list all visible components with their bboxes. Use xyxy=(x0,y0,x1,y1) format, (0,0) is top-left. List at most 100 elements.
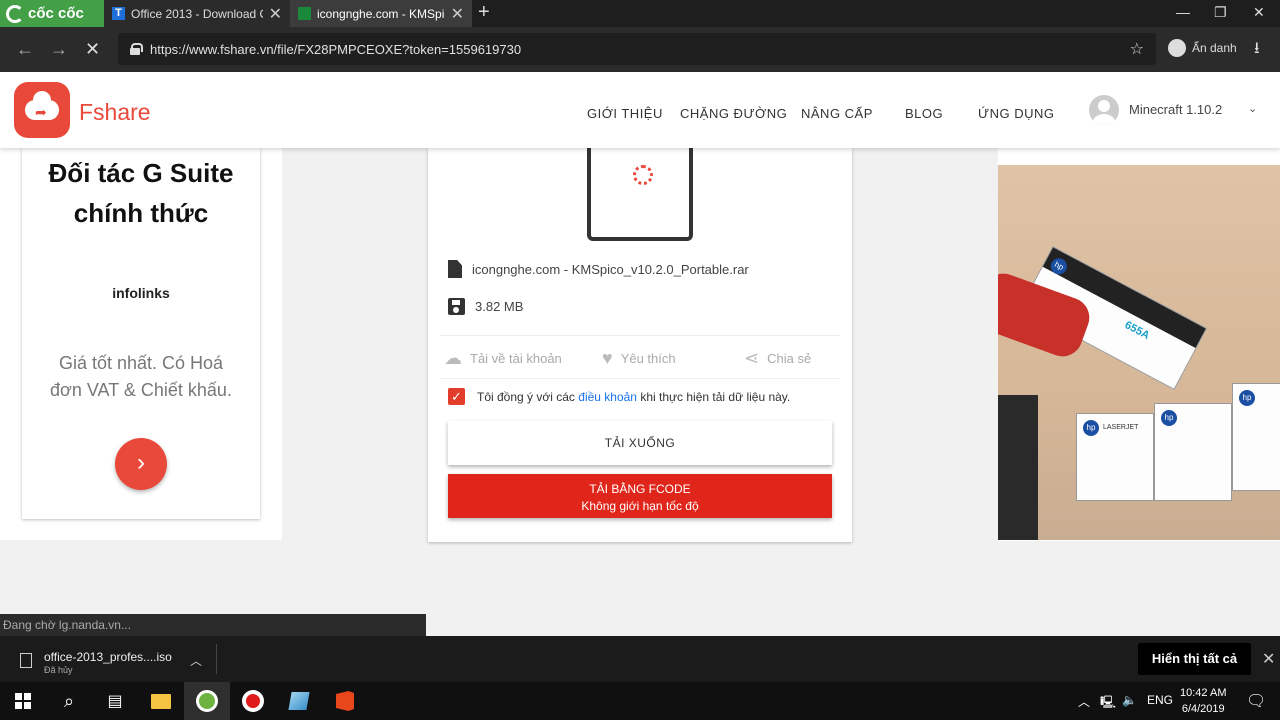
back-icon[interactable]: ← xyxy=(16,39,34,60)
download-filename: office-2013_profes....iso xyxy=(44,650,172,664)
file-name: icongnghe.com - KMSpico_v10.2.0_Portable… xyxy=(472,261,749,277)
left-ad-panel: Đối tác G Suite chính thức infolinks Giá… xyxy=(0,148,282,540)
fcode-sublabel: Không giới hạn tốc độ xyxy=(581,499,699,513)
recorder-icon[interactable] xyxy=(230,682,276,720)
window-close-icon[interactable]: ✕ xyxy=(1253,4,1265,21)
network-icon[interactable]: 🖳 xyxy=(1100,693,1116,714)
menu-blog[interactable]: BLOG xyxy=(905,106,943,121)
tab-label: Office 2013 - Download O xyxy=(131,6,263,21)
windows-taskbar: ⌕ ▤ ︿ 🖳 🔈 ENG 10:42 AM 6/4/2019 🗨 xyxy=(0,682,1280,720)
browser-tab-strip: cốc cốc T Office 2013 - Download O ✕ ico… xyxy=(0,0,1280,27)
notifications-icon[interactable]: 🗨 xyxy=(1246,691,1266,711)
ad-text-line2: đơn VAT & Chiết khấu. xyxy=(50,380,232,400)
chevron-up-icon[interactable]: ︿ xyxy=(190,652,202,669)
toner-box-image: hp xyxy=(1232,383,1280,491)
windows-logo-icon xyxy=(15,693,31,709)
file-name-row: icongnghe.com - KMSpico_v10.2.0_Portable… xyxy=(448,260,749,278)
site-logo-text[interactable]: Fshare xyxy=(79,99,151,126)
toner-box-image: hp LASERJET xyxy=(1076,413,1154,501)
action-label: Yêu thích xyxy=(620,351,676,366)
app-icon[interactable] xyxy=(276,682,322,720)
share-button[interactable]: ⋖ Chia sẻ xyxy=(744,348,811,369)
download-item[interactable]: office-2013_profes....iso Đã hủy xyxy=(20,650,172,675)
incognito-indicator[interactable]: Ẩn danh xyxy=(1168,39,1237,57)
url-text[interactable]: https://www.fshare.vn/file/FX28PMPCEOXE?… xyxy=(150,42,521,57)
taskbar-clock[interactable]: 10:42 AM 6/4/2019 xyxy=(1180,685,1226,717)
terms-agreement: ✓ Tôi đồng ý với các điều khoản khi thực… xyxy=(448,388,790,405)
maximize-icon[interactable]: ❐ xyxy=(1214,4,1227,21)
coccoc-brand[interactable]: cốc cốc xyxy=(0,0,104,27)
download-button[interactable]: TẢI XUỐNG xyxy=(448,421,832,465)
task-view-icon[interactable]: ▤ xyxy=(92,682,138,720)
account-username[interactable]: Minecraft 1.10.2 xyxy=(1129,102,1222,117)
tab-label: icongnghe.com - KMSpic xyxy=(317,6,445,21)
tab-kmspico[interactable]: icongnghe.com - KMSpic ✕ xyxy=(290,0,472,27)
menu-chang-duong[interactable]: CHẶNG ĐƯỜNG xyxy=(680,106,787,121)
file-size: 3.82 MB xyxy=(475,299,524,314)
volume-icon[interactable]: 🔈 xyxy=(1122,693,1137,707)
clock-date: 6/4/2019 xyxy=(1181,703,1225,715)
lock-icon xyxy=(130,43,143,55)
new-tab-icon[interactable]: + xyxy=(478,1,490,24)
start-button[interactable] xyxy=(0,682,46,720)
menu-nang-cap[interactable]: NÂNG CẤP xyxy=(801,106,873,121)
close-shelf-icon[interactable]: ✕ xyxy=(1262,649,1275,669)
favorite-button[interactable]: ♥ Yêu thích xyxy=(602,348,676,369)
ad-title-line1: Đối tác G Suite xyxy=(48,158,234,188)
download-status: Đã hủy xyxy=(44,665,73,675)
tab-office-2013[interactable]: T Office 2013 - Download O ✕ xyxy=(104,0,290,27)
menu-gioi-thieu[interactable]: GIỚI THIỆU xyxy=(587,106,663,121)
terms-link[interactable]: điều khoản xyxy=(578,390,637,404)
hp-logo-icon: hp xyxy=(1083,420,1099,436)
incognito-label: Ẩn danh xyxy=(1192,41,1237,55)
share-icon: ⋖ xyxy=(744,348,760,368)
ad-text-line1: Giá tốt nhất. Có Hoá xyxy=(58,353,224,373)
show-all-downloads-button[interactable]: Hiển thị tất cả xyxy=(1138,643,1251,675)
action-label: Chia sẻ xyxy=(767,351,812,366)
loading-spinner-icon xyxy=(633,165,653,185)
agree-prefix: Tôi đồng ý với các xyxy=(477,389,575,404)
close-tab-icon[interactable]: ✕ xyxy=(269,4,282,24)
toner-box-image: hp xyxy=(1154,403,1232,501)
save-to-account-button[interactable]: ☁ Tải về tài khoản xyxy=(444,348,562,369)
infolinks-logo: infolinks xyxy=(112,285,170,301)
brand-label: cốc cốc xyxy=(28,5,84,22)
divider xyxy=(440,335,840,336)
close-tab-icon[interactable]: ✕ xyxy=(451,4,464,24)
downloads-icon[interactable]: ⭳ xyxy=(1254,37,1260,64)
minimize-icon[interactable]: — xyxy=(1176,4,1190,20)
stop-loading-icon[interactable]: ✕ xyxy=(85,39,100,60)
box-brand-label: LASERJET xyxy=(1103,424,1139,431)
coccoc-logo-icon xyxy=(6,4,24,23)
gsuite-ad-card[interactable]: Đối tác G Suite chính thức infolinks Giá… xyxy=(22,148,260,519)
coccoc-taskbar-icon[interactable] xyxy=(184,682,230,720)
ad-next-button[interactable]: › xyxy=(115,438,167,490)
ad-title-line2: chính thức xyxy=(73,198,209,228)
agree-suffix: khi thực hiện tải dữ liệu này. xyxy=(640,389,791,404)
hp-logo-icon: hp xyxy=(1239,390,1255,406)
search-icon[interactable]: ⌕ xyxy=(46,682,92,720)
tray-chevron-up-icon[interactable]: ︿ xyxy=(1078,693,1090,710)
avatar[interactable] xyxy=(1089,95,1119,125)
status-bubble: Đang chờ lg.nanda.vn... xyxy=(0,614,426,636)
agree-checkbox[interactable]: ✓ xyxy=(448,388,465,405)
document-icon xyxy=(20,653,32,668)
file-icon xyxy=(448,260,462,278)
ad-photo: hp 655A hp LASERJET hp hp xyxy=(998,165,1280,540)
forward-icon[interactable]: → xyxy=(50,39,68,60)
site-header: ➦ Fshare GIỚI THIỆU CHẶNG ĐƯỜNG NÂNG CẤP… xyxy=(0,72,1280,148)
floppy-disk-icon xyxy=(448,298,465,315)
file-explorer-icon[interactable] xyxy=(138,682,184,720)
fcode-download-button[interactable]: TẢI BẰNG FCODE Không giới hạn tốc độ xyxy=(448,474,832,518)
fshare-logo-icon[interactable]: ➦ xyxy=(14,82,70,138)
menu-ung-dung[interactable]: ỨNG DỤNG xyxy=(978,106,1055,121)
chevron-down-icon[interactable]: ⌄ xyxy=(1248,102,1257,115)
right-ad-panel[interactable]: hp 655A hp LASERJET hp hp xyxy=(998,148,1280,541)
clock-time: 10:42 AM xyxy=(1180,687,1227,699)
bookmark-star-icon[interactable]: ☆ xyxy=(1130,39,1144,59)
office-icon[interactable] xyxy=(322,682,368,720)
action-label: Tải về tài khoản xyxy=(470,351,562,366)
language-indicator[interactable]: ENG xyxy=(1147,693,1173,707)
file-preview-frame xyxy=(587,138,693,241)
address-bar[interactable]: https://www.fshare.vn/file/FX28PMPCEOXE?… xyxy=(118,33,1156,65)
